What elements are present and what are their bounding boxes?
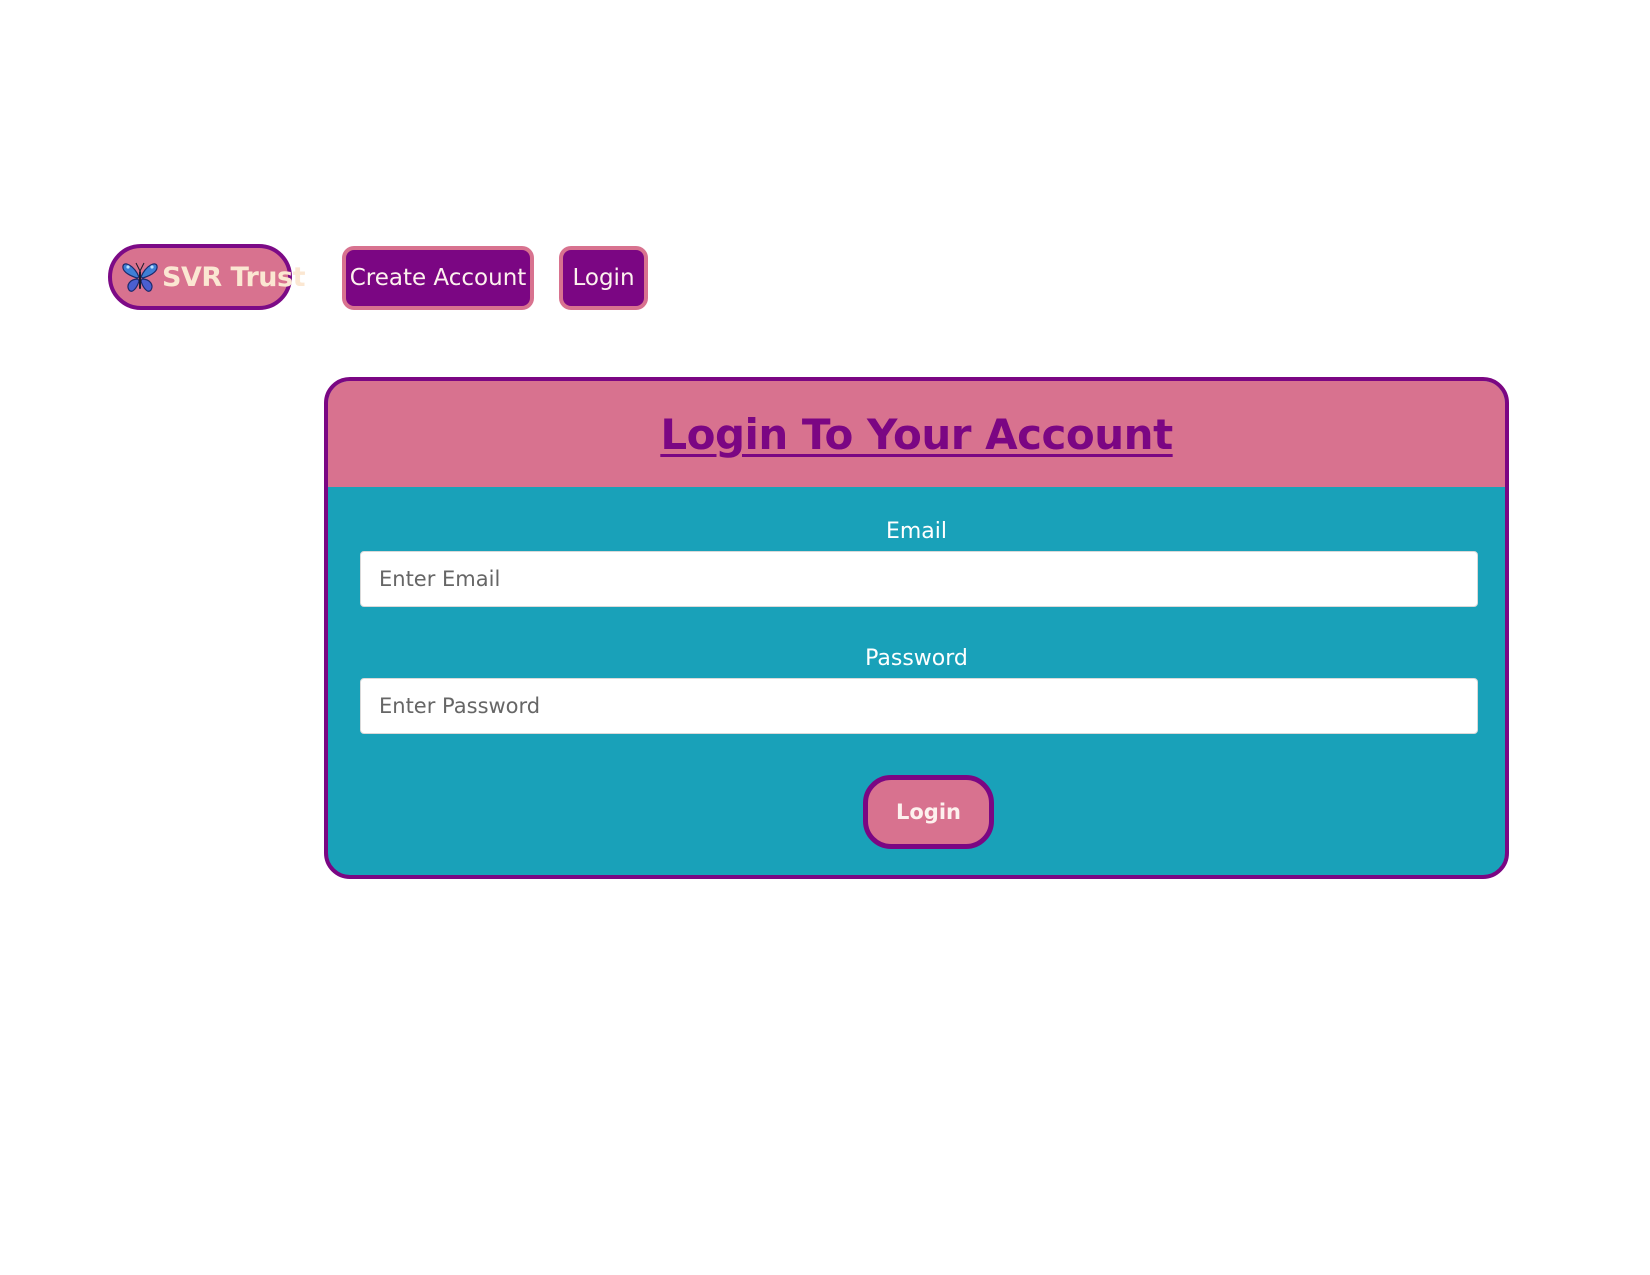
login-submit-button[interactable]: Login — [863, 775, 994, 849]
brand-name: SVR Trust — [162, 261, 306, 293]
email-field[interactable] — [360, 551, 1478, 607]
password-field[interactable] — [360, 678, 1478, 734]
butterfly-icon — [122, 262, 158, 292]
email-label: Email — [885, 519, 948, 544]
brand-home-button[interactable]: SVR Trust — [108, 244, 306, 310]
nav-login-button[interactable]: Login — [559, 246, 648, 310]
page: SVR Trust Create Account Login Login To … — [0, 0, 1650, 1275]
login-title: Login To Your Account — [660, 409, 1173, 459]
login-card-header: Login To Your Account — [328, 381, 1505, 487]
password-label: Password — [865, 646, 968, 671]
login-card: Login To Your Account Email Password Log… — [324, 377, 1509, 879]
create-account-button[interactable]: Create Account — [342, 246, 534, 310]
